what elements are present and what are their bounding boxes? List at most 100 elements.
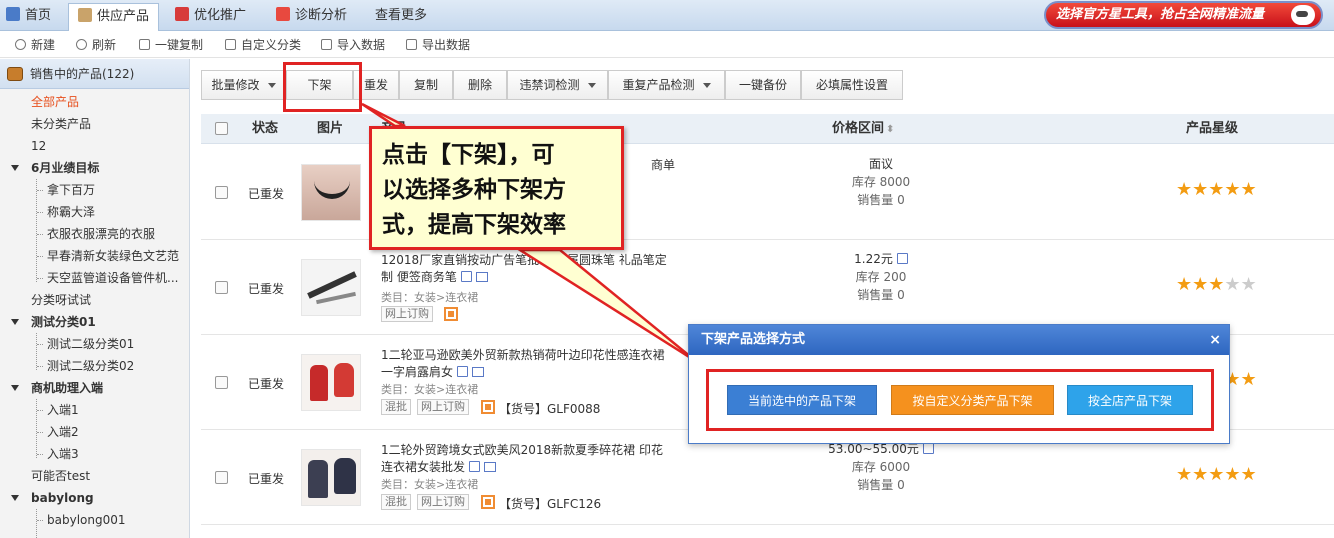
export-button[interactable]: 导出数据 — [406, 36, 470, 54]
main-content: 批量修改 下架 重发 复制 删除 违禁词检测 重复产品检测 一键备份 必填属性设… — [191, 59, 1334, 538]
new-button[interactable]: 新建 — [15, 36, 55, 54]
sidebar-item-uncategorized[interactable]: 未分类产品 — [31, 113, 91, 135]
sidebar-item-entry-2[interactable]: 入端2 — [47, 421, 79, 443]
sidebar-group-test-01[interactable]: 测试分类01 — [31, 311, 96, 333]
thumbnail-shape — [334, 363, 354, 397]
sidebar-item-all-products[interactable]: 全部产品 — [31, 91, 79, 113]
dialog-buttons-highlight — [706, 369, 1214, 431]
sidebar-item-babylong001[interactable]: babylong001 — [47, 509, 126, 531]
sidebar-group-business-assistant[interactable]: 商机助理入端 — [31, 377, 103, 399]
duplicate-check-button[interactable]: 重复产品检测 — [608, 70, 725, 100]
header-status: 状态 — [252, 121, 279, 136]
price-text: 1.22元 — [854, 252, 893, 266]
batch-modify-button[interactable]: 批量修改 — [201, 70, 286, 100]
repost-label: 重发 — [363, 78, 388, 92]
sidebar-item-test[interactable]: 可能否test — [31, 465, 90, 487]
image-icon[interactable] — [475, 272, 488, 282]
refresh-label: 刷新 — [92, 38, 117, 52]
product-sku: 【货号】GLF0088 — [499, 402, 601, 416]
import-icon — [321, 39, 332, 50]
sidebar-item-sub-02[interactable]: 测试二级分类02 — [47, 355, 134, 377]
edit-icon[interactable] — [896, 253, 908, 264]
delete-button[interactable]: 删除 — [453, 70, 507, 100]
close-icon[interactable]: × — [1209, 325, 1221, 355]
tree-line — [36, 509, 37, 538]
edit-icon[interactable] — [922, 443, 934, 454]
product-thumbnail-red-dress[interactable] — [301, 354, 361, 411]
sidebar-item-sub-01[interactable]: 测试二级分类01 — [47, 333, 134, 355]
qr-code-icon[interactable] — [444, 307, 458, 321]
medical-kit-icon — [276, 7, 290, 21]
product-thumbnail-floral-dress[interactable] — [301, 449, 361, 506]
thumbnail-shape — [334, 458, 356, 494]
tree-line — [36, 399, 37, 458]
product-thumbnail-choker[interactable] — [301, 164, 361, 221]
sidebar-item-entry-1[interactable]: 入端1 — [47, 399, 79, 421]
edit-icon[interactable] — [469, 461, 481, 472]
image-icon[interactable] — [472, 367, 485, 377]
plus-circle-icon — [15, 39, 26, 50]
sidebar-item-12[interactable]: 12 — [31, 135, 46, 157]
sidebar-header[interactable]: 销售中的产品(122) — [0, 59, 189, 89]
star-icon: ★★★ — [1176, 274, 1225, 295]
tag-online-order: 网上订购 — [417, 399, 469, 415]
thumbnail-shape — [308, 460, 328, 498]
collapse-triangle-icon[interactable] — [11, 319, 19, 325]
tab-home[interactable]: 首页 — [6, 3, 51, 31]
product-title[interactable]: 12018厂家直销按动广告笔批发 金属圆珠笔 礼品笔定制 便签商务笔 — [381, 252, 671, 286]
collapse-triangle-icon[interactable] — [11, 495, 19, 501]
product-category: 类目：女装>连衣裙 — [381, 291, 479, 304]
collapse-triangle-icon[interactable] — [11, 165, 19, 171]
collapse-triangle-icon[interactable] — [11, 385, 19, 391]
backup-button[interactable]: 一键备份 — [725, 70, 801, 100]
product-title-text: 1二轮外贸跨境女式欧美风2018新款夏季碎花裙 印花连衣裙女装批发 — [381, 443, 663, 474]
tab-more[interactable]: 查看更多 — [375, 3, 427, 31]
required-attrs-label: 必填属性设置 — [815, 78, 888, 92]
sidebar-item-spring-women[interactable]: 早春清新女装绿色文艺范 — [47, 245, 179, 267]
price-block: 面议 库存 8000 销售量 0 — [811, 155, 951, 209]
product-title-tail[interactable]: 商单 — [651, 157, 691, 174]
tab-supply-products[interactable]: 供应产品 — [68, 3, 160, 31]
sidebar-item-try-category[interactable]: 分类呀试试 — [31, 289, 91, 311]
tab-promotion[interactable]: 优化推广 — [175, 3, 246, 31]
star-rating: ★★★★★ — [1176, 181, 1257, 199]
promo-banner[interactable]: 选择官方星工具，抢占全网精准流量 — [1044, 1, 1323, 29]
copy-button[interactable]: 复制 — [399, 70, 453, 100]
row-checkbox[interactable] — [215, 471, 228, 484]
tab-diagnosis[interactable]: 诊断分析 — [276, 3, 347, 31]
sidebar-item-sky-blue[interactable]: 天空蓝管道设备管件机... — [47, 267, 178, 289]
tree-line — [36, 179, 37, 282]
row-checkbox[interactable] — [215, 281, 228, 294]
toolbox-icon — [7, 67, 23, 81]
sidebar-item-entry-3[interactable]: 入端3 — [47, 443, 79, 465]
custom-category-button[interactable]: 自定义分类 — [225, 36, 301, 54]
product-title[interactable]: 1二轮亚马逊欧美外贸新款热销荷叶边印花性感连衣裙一字肩露肩女 — [381, 347, 671, 381]
sidebar-group-june-target[interactable]: 6月业绩目标 — [31, 157, 99, 179]
select-all-checkbox[interactable] — [215, 122, 228, 135]
edit-icon[interactable] — [457, 366, 469, 377]
sidebar-group-babylong[interactable]: babylong — [31, 487, 94, 509]
product-thumbnail-pen[interactable] — [301, 259, 361, 316]
qr-code-icon[interactable] — [481, 495, 495, 509]
required-attrs-button[interactable]: 必填属性设置 — [801, 70, 903, 100]
image-icon[interactable] — [484, 462, 497, 472]
sidebar-item-clothes[interactable]: 衣服衣服漂亮的衣服 — [47, 223, 155, 245]
star-empty-icon: ★★ — [1224, 274, 1257, 295]
banned-words-button[interactable]: 违禁词检测 — [507, 70, 608, 100]
price-value: 面议 — [868, 157, 893, 171]
qr-code-icon[interactable] — [481, 400, 495, 414]
copy-one-button[interactable]: 一键复制 — [139, 36, 203, 54]
copy-label: 复制 — [413, 78, 438, 92]
export-label: 导出数据 — [422, 38, 471, 52]
row-checkbox[interactable] — [215, 186, 228, 199]
sidebar-item-million[interactable]: 拿下百万 — [47, 179, 95, 201]
product-category: 类目：女装>连衣裙 — [381, 383, 479, 396]
row-checkbox[interactable] — [215, 376, 228, 389]
sidebar-item-dominate[interactable]: 称霸大泽 — [47, 201, 95, 223]
edit-icon[interactable] — [460, 271, 472, 282]
refresh-button[interactable]: 刷新 — [76, 36, 116, 54]
tag-online-order: 网上订购 — [381, 306, 433, 322]
product-title[interactable]: 1二轮外贸跨境女式欧美风2018新款夏季碎花裙 印花连衣裙女装批发 — [381, 442, 671, 476]
header-price[interactable]: 价格区间 ⬍ — [832, 114, 894, 145]
import-button[interactable]: 导入数据 — [321, 36, 385, 54]
